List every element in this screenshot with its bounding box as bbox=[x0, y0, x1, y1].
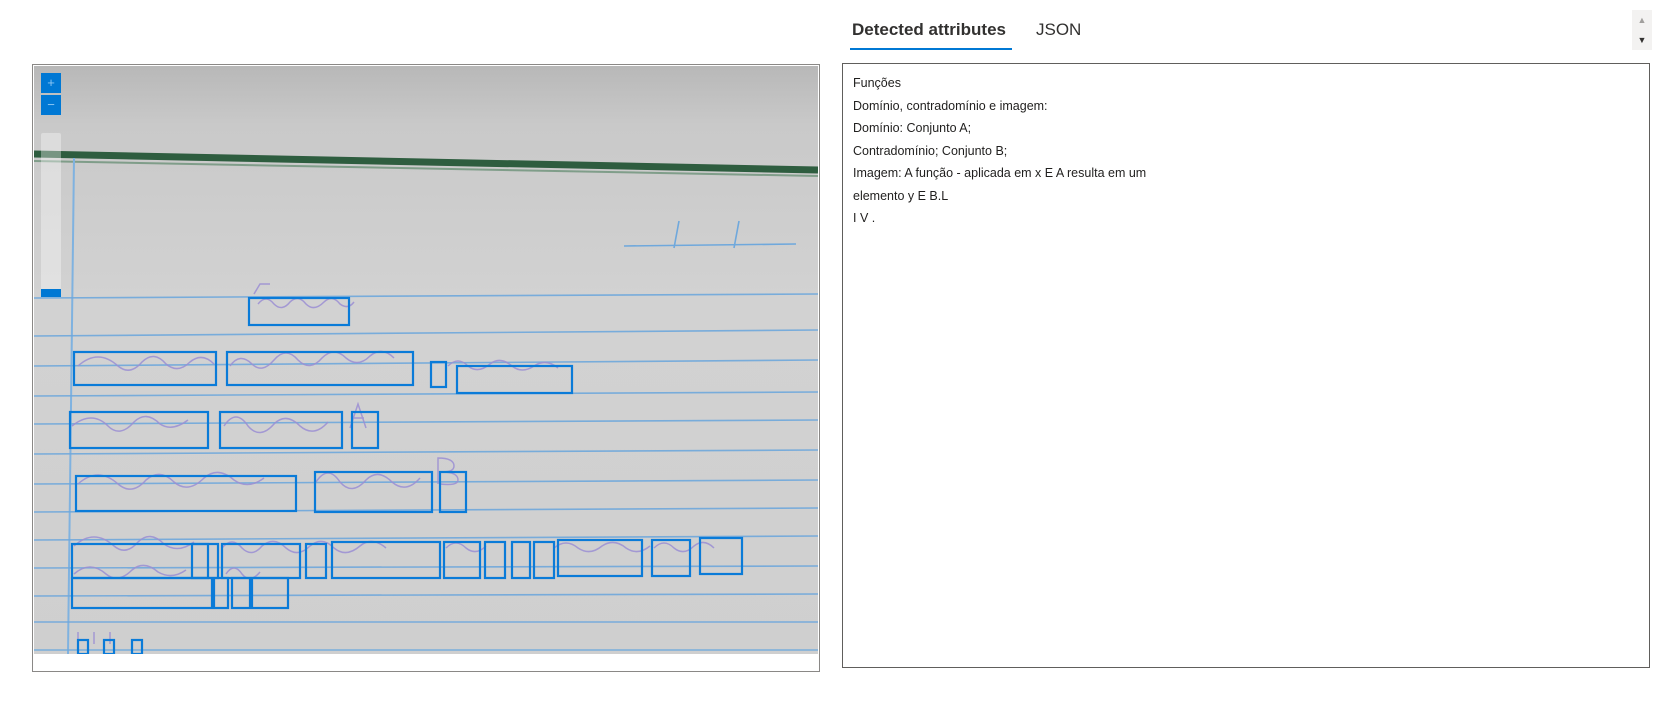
result-line: Funções bbox=[853, 76, 901, 90]
notebook-photo-drawing bbox=[34, 150, 818, 654]
tab-detected-attributes[interactable]: Detected attributes bbox=[842, 14, 1012, 50]
tab-json[interactable]: JSON bbox=[1026, 14, 1085, 50]
result-line: Contradomínio; Conjunto B; bbox=[853, 143, 1008, 158]
result-line: Domínio, contradomínio e imagem: bbox=[853, 98, 1048, 113]
zoom-out-button[interactable]: − bbox=[41, 95, 61, 115]
notebook-photo bbox=[34, 66, 818, 654]
detected-text-panel[interactable]: Funções Domínio, contradomínio e imagem:… bbox=[842, 63, 1650, 668]
result-line: Domínio: Conjunto A; bbox=[853, 121, 972, 135]
result-line: Imagem: A função - aplicada em x E A res… bbox=[853, 166, 1147, 180]
scroll-up-button[interactable]: ▲ bbox=[1632, 10, 1652, 30]
result-tabs: Detected attributes JSON bbox=[842, 14, 1101, 50]
zoom-in-button[interactable]: + bbox=[41, 73, 61, 93]
result-line: elemento y E B.L bbox=[853, 188, 949, 203]
panel-scroll-spinner: ▲ ▼ bbox=[1632, 10, 1652, 50]
scroll-down-button[interactable]: ▼ bbox=[1632, 30, 1652, 50]
result-line: I V . bbox=[853, 211, 876, 225]
image-viewer[interactable]: + − bbox=[32, 64, 820, 672]
zoom-slider-track[interactable] bbox=[41, 133, 61, 293]
zoom-slider-thumb[interactable] bbox=[41, 289, 61, 297]
